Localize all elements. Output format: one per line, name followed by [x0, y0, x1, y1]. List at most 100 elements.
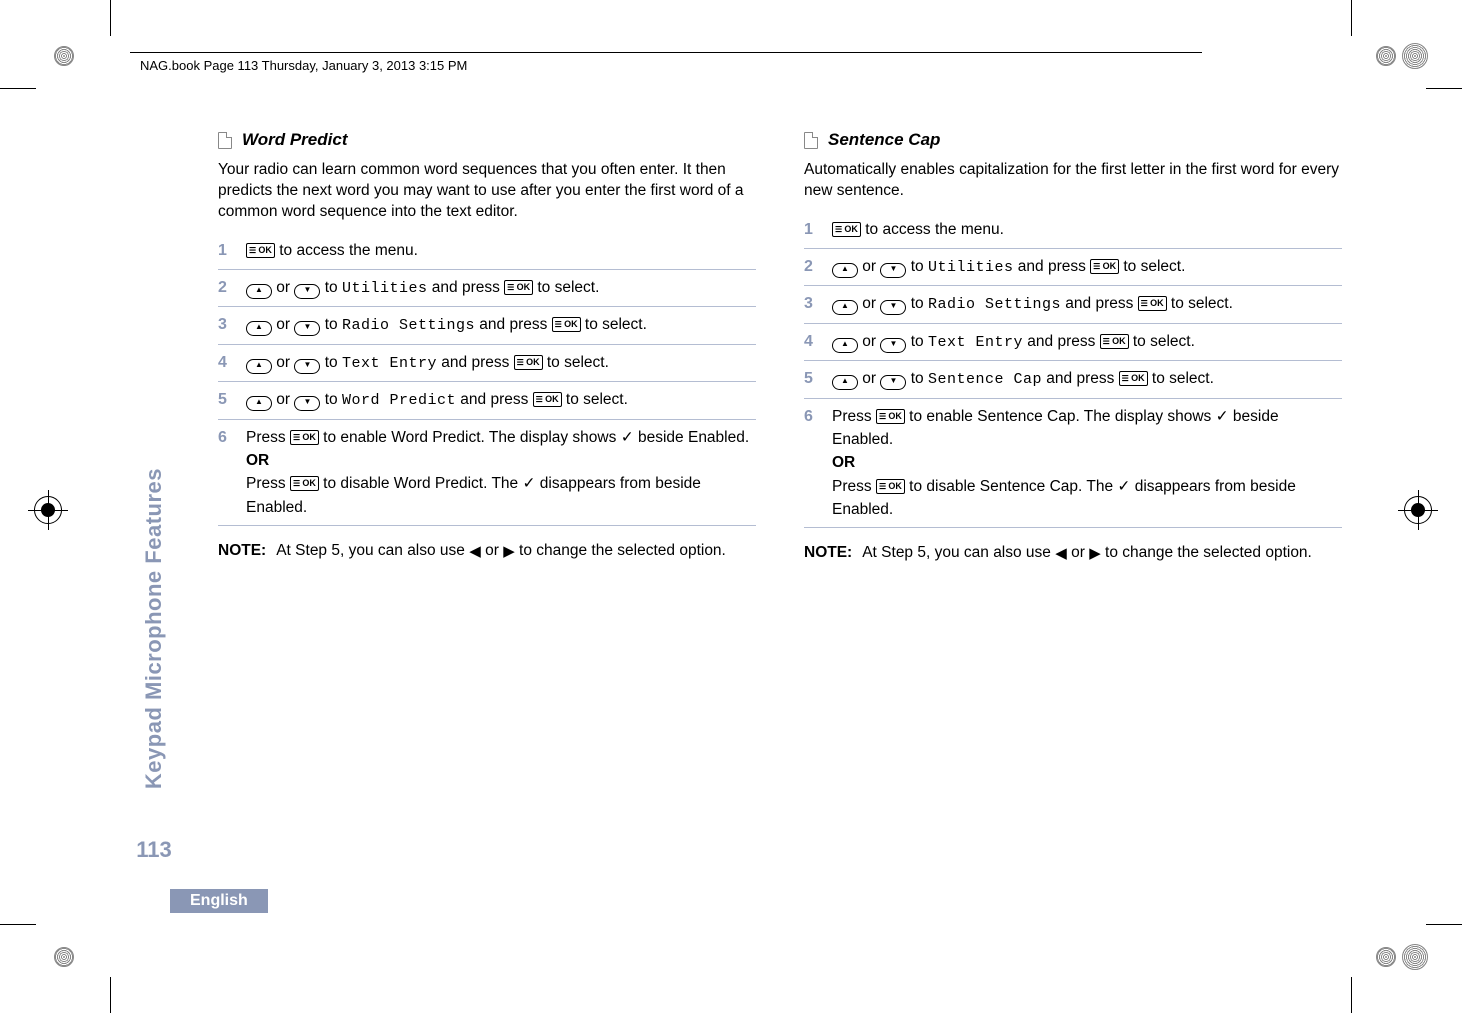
registration-target-icon [1398, 490, 1434, 526]
up-arrow-button-icon [246, 359, 272, 374]
ok-button-icon: OK [1138, 296, 1167, 311]
step-number: 5 [218, 388, 232, 412]
check-icon: ✓ [1117, 478, 1130, 495]
ok-button-icon: OK [1119, 371, 1148, 386]
step-text: Press OK to enable Sentence Cap. The dis… [832, 405, 1342, 521]
step: 4 or to Text Entry and press OK to selec… [804, 324, 1342, 362]
page-header: NAG.book Page 113 Thursday, January 3, 2… [140, 58, 467, 73]
step-text: OK to access the menu. [246, 239, 756, 262]
up-arrow-button-icon [246, 284, 272, 299]
header-rule [130, 52, 1202, 53]
ok-button-icon: OK [552, 317, 581, 332]
step-text: or to Radio Settings and press OK to sel… [246, 313, 756, 338]
note-label: NOTE: [804, 542, 852, 564]
up-arrow-button-icon [246, 321, 272, 336]
check-icon: ✓ [1216, 408, 1229, 425]
step: 3 or to Radio Settings and press OK to s… [804, 286, 1342, 324]
down-arrow-button-icon [880, 300, 906, 315]
registration-target-icon [28, 490, 64, 526]
step-number: 2 [804, 255, 818, 279]
steps-list: 1 OK to access the menu. 2 or to Utiliti… [804, 212, 1342, 528]
sidebar: Keypad Microphone Features 113 [140, 130, 168, 863]
step: 6 Press OK to enable Word Predict. The d… [218, 420, 756, 526]
step-number: 4 [804, 330, 818, 354]
page-body: Keypad Microphone Features 113 Word Pred… [140, 130, 1342, 863]
document-icon [804, 132, 818, 149]
note-text: At Step 5, you can also use ◀ or ▶ to ch… [862, 542, 1312, 564]
down-arrow-button-icon [294, 396, 320, 411]
ok-button-icon: OK [290, 430, 319, 445]
step-text: or to Text Entry and press OK to select. [246, 351, 756, 376]
step-number: 2 [218, 276, 232, 300]
step-number: 6 [804, 405, 818, 429]
section-category: Keypad Microphone Features [141, 468, 167, 789]
step-text: or to Sentence Cap and press OK to selec… [832, 367, 1342, 392]
note: NOTE: At Step 5, you can also use ◀ or ▶… [804, 542, 1342, 564]
step: 1 OK to access the menu. [804, 212, 1342, 249]
step-number: 1 [804, 218, 818, 242]
down-arrow-button-icon [294, 284, 320, 299]
steps-list: 1 OK to access the menu. 2 or to Utiliti… [218, 233, 756, 526]
check-icon: ✓ [621, 429, 634, 446]
step: 2 or to Utilities and press OK to select… [804, 249, 1342, 287]
step: 5 or to Sentence Cap and press OK to sel… [804, 361, 1342, 399]
crop-tick [0, 924, 36, 925]
right-triangle-icon: ▶ [503, 543, 515, 560]
check-icon: ✓ [522, 475, 535, 492]
step-text: or to Text Entry and press OK to select. [832, 330, 1342, 355]
ok-button-icon: OK [832, 222, 861, 237]
registration-mark [1372, 927, 1432, 987]
section-intro: Automatically enables capitalization for… [804, 160, 1342, 202]
column-left: Word Predict Your radio can learn common… [218, 130, 756, 863]
registration-mark [34, 26, 94, 86]
content-columns: Word Predict Your radio can learn common… [218, 130, 1342, 863]
crop-tick [1351, 977, 1352, 1013]
down-arrow-button-icon [880, 338, 906, 353]
ok-button-icon: OK [876, 409, 905, 424]
crop-tick [1426, 924, 1462, 925]
step-number: 3 [804, 292, 818, 316]
section-heading: Word Predict [218, 130, 756, 150]
up-arrow-button-icon [832, 300, 858, 315]
step-number: 3 [218, 313, 232, 337]
step: 2 or to Utilities and press OK to select… [218, 270, 756, 308]
crop-tick [1426, 88, 1462, 89]
step: 4 or to Text Entry and press OK to selec… [218, 345, 756, 383]
step-text: or to Word Predict and press OK to selec… [246, 388, 756, 413]
section-title: Word Predict [242, 130, 347, 150]
ok-button-icon: OK [1100, 334, 1129, 349]
document-icon [218, 132, 232, 149]
step-text: or to Utilities and press OK to select. [832, 255, 1342, 280]
ok-button-icon: OK [504, 280, 533, 295]
down-arrow-button-icon [880, 375, 906, 390]
up-arrow-button-icon [246, 396, 272, 411]
footer-language: English [170, 889, 268, 913]
page-number: 113 [136, 837, 172, 863]
ok-button-icon: OK [1090, 259, 1119, 274]
ok-button-icon: OK [533, 392, 562, 407]
note-label: NOTE: [218, 540, 266, 562]
crop-tick [0, 88, 36, 89]
left-triangle-icon: ◀ [469, 543, 481, 560]
step-number: 4 [218, 351, 232, 375]
step: 3 or to Radio Settings and press OK to s… [218, 307, 756, 345]
right-triangle-icon: ▶ [1089, 545, 1101, 562]
step-text: or to Utilities and press OK to select. [246, 276, 756, 301]
down-arrow-button-icon [294, 359, 320, 374]
column-right: Sentence Cap Automatically enables capit… [804, 130, 1342, 863]
crop-tick [110, 0, 111, 36]
down-arrow-button-icon [880, 263, 906, 278]
ok-button-icon: OK [514, 355, 543, 370]
left-triangle-icon: ◀ [1055, 545, 1067, 562]
step-text: or to Radio Settings and press OK to sel… [832, 292, 1342, 317]
step: 5 or to Word Predict and press OK to sel… [218, 382, 756, 420]
step: 1 OK to access the menu. [218, 233, 756, 270]
ok-button-icon: OK [876, 479, 905, 494]
up-arrow-button-icon [832, 263, 858, 278]
ok-button-icon: OK [290, 476, 319, 491]
step-text: Press OK to enable Word Predict. The dis… [246, 426, 756, 519]
crop-tick [110, 977, 111, 1013]
registration-mark [1372, 26, 1432, 86]
section-heading: Sentence Cap [804, 130, 1342, 150]
up-arrow-button-icon [832, 375, 858, 390]
